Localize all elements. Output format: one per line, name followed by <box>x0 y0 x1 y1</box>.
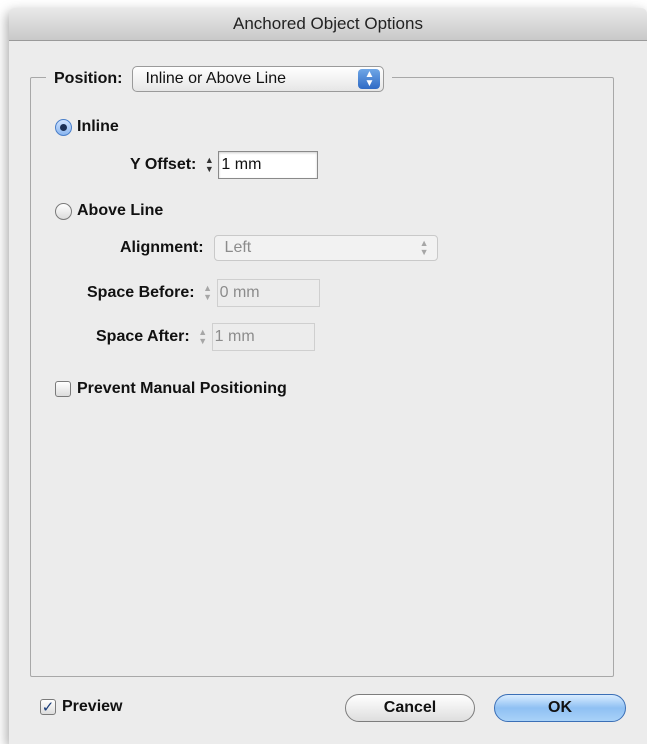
above-line-label: Above Line <box>77 202 164 219</box>
ok-button[interactable]: OK <box>494 694 626 722</box>
preview-checkbox[interactable]: ✓ <box>40 699 56 715</box>
preview-option[interactable]: ✓ Preview <box>40 698 122 716</box>
position-popup-value: Inline or Above Line <box>145 70 286 87</box>
prevent-manual-positioning-checkbox[interactable] <box>55 381 71 397</box>
alignment-label: Alignment: <box>120 239 204 256</box>
prevent-manual-positioning-label: Prevent Manual Positioning <box>77 380 287 397</box>
cancel-button[interactable]: Cancel <box>345 694 475 722</box>
space-after-label: Space After: <box>96 328 190 345</box>
space-before-row: Space Before: ▲ ▼ 0 mm <box>87 279 320 307</box>
space-after-field[interactable]: 1 mm <box>211 323 315 351</box>
position-legend: Position: Inline or Above Line ▲ ▼ <box>46 64 393 94</box>
popup-arrows-icon: ▲ ▼ <box>358 69 381 89</box>
y-offset-row: Y Offset: ▲ ▼ 1 mm <box>130 151 319 179</box>
inline-radio[interactable] <box>55 118 72 136</box>
position-popup[interactable]: Inline or Above Line ▲ ▼ <box>132 66 385 92</box>
y-offset-field[interactable]: 1 mm <box>218 151 319 179</box>
stepper-arrows-icon[interactable]: ▲ ▼ <box>202 155 216 175</box>
above-line-option[interactable]: Above Line <box>55 202 163 220</box>
stepper-arrows-icon[interactable]: ▲ ▼ <box>201 283 215 303</box>
checkmark-icon: ✓ <box>41 698 55 716</box>
alignment-select[interactable]: Left ▲ ▼ <box>213 235 438 261</box>
y-offset-label: Y Offset: <box>130 156 197 173</box>
prevent-manual-positioning-option[interactable]: Prevent Manual Positioning <box>55 380 287 398</box>
preview-label: Preview <box>62 698 123 715</box>
position-label: Position: <box>54 70 123 87</box>
space-after-row: Space After: ▲ ▼ 1 mm <box>96 323 315 351</box>
position-group-box <box>30 77 614 677</box>
alignment-value: Left <box>224 239 252 256</box>
alignment-row: Alignment: Left ▲ ▼ <box>120 235 438 261</box>
window-title: Anchored Object Options <box>9 8 647 41</box>
inline-label: Inline <box>77 118 119 135</box>
space-before-field[interactable]: 0 mm <box>216 279 320 307</box>
inline-option[interactable]: Inline <box>55 118 119 136</box>
select-arrows-icon: ▲ ▼ <box>419 238 429 257</box>
stepper-arrows-icon[interactable]: ▲ ▼ <box>196 327 210 347</box>
above-line-radio[interactable] <box>55 202 72 220</box>
space-before-label: Space Before: <box>87 284 195 301</box>
